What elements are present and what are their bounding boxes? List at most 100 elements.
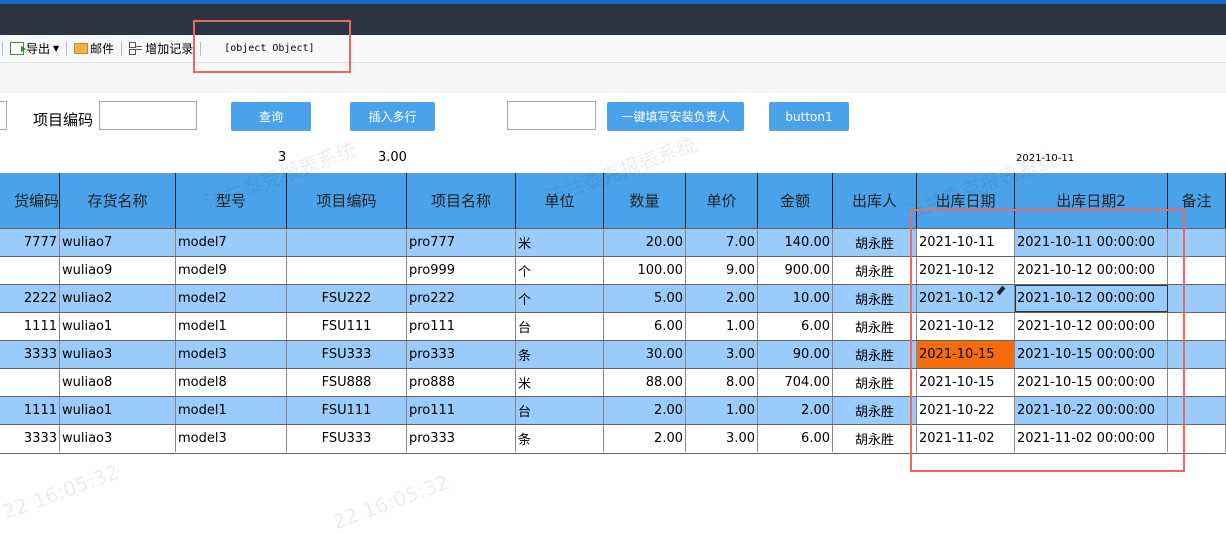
cell-item-code[interactable]: 1111 — [0, 397, 60, 424]
cell-issuer[interactable]: 胡永胜 — [833, 229, 917, 256]
cell-item-name[interactable]: wuliao7 — [60, 229, 176, 256]
column-header-issue-date2[interactable]: 出库日期2 — [1015, 173, 1168, 228]
cell-project-code[interactable]: FSU222 — [287, 285, 407, 312]
cell-model[interactable]: model3 — [176, 341, 287, 368]
cell-remark[interactable] — [1168, 229, 1226, 256]
cell-remark[interactable] — [1168, 369, 1226, 396]
cell-model[interactable]: model9 — [176, 257, 287, 284]
cell-item-name[interactable]: wuliao3 — [60, 341, 176, 368]
cell-item-code[interactable]: 7777 — [0, 229, 60, 256]
cell-quantity[interactable]: 88.00 — [604, 369, 686, 396]
mail-button[interactable]: 邮件 — [72, 39, 116, 59]
cell-unit[interactable]: 条 — [516, 341, 604, 368]
cell-item-name[interactable]: wuliao9 — [60, 257, 176, 284]
cell-model[interactable]: model1 — [176, 397, 287, 424]
cell-project-name[interactable]: pro333 — [407, 341, 516, 368]
cell-issue-date2[interactable]: 2021-10-15 00:00:00 — [1015, 341, 1168, 368]
cell-remark[interactable] — [1168, 313, 1226, 340]
cell-project-name[interactable]: pro999 — [407, 257, 516, 284]
cell-item-name[interactable]: wuliao2 — [60, 285, 176, 312]
cell-remark[interactable] — [1168, 397, 1226, 424]
cell-quantity[interactable]: 30.00 — [604, 341, 686, 368]
cell-project-name[interactable]: pro111 — [407, 313, 516, 340]
cell-unit[interactable]: 个 — [516, 285, 604, 312]
cell-issue-date2[interactable]: 2021-10-15 00:00:00 — [1015, 369, 1168, 396]
cell-project-code[interactable]: FSU333 — [287, 425, 407, 452]
table-row[interactable]: wuliao9 model9 pro999 个 100.00 9.00 900.00 胡永胜 2… — [0, 256, 1226, 284]
cell-issuer[interactable]: 胡永胜 — [833, 397, 917, 424]
project-code-input[interactable] — [99, 101, 197, 130]
cell-amount[interactable]: 6.00 — [758, 313, 833, 340]
export-button[interactable]: 导出 ▼ — [8, 39, 61, 59]
column-header-issue-date[interactable]: 出库日期 — [917, 173, 1015, 228]
cell-issue-date[interactable]: 2021-11-02 — [917, 425, 1015, 452]
cell-issue-date2[interactable]: 2021-10-12 00:00:00 — [1015, 257, 1168, 284]
cell-remark[interactable] — [1168, 285, 1226, 312]
filter-input-left[interactable] — [0, 101, 7, 130]
extra-input[interactable] — [507, 101, 596, 130]
cell-issue-date2[interactable]: 2021-11-02 00:00:00 — [1015, 425, 1168, 452]
column-header-unit-price[interactable]: 单价 — [686, 173, 758, 228]
insert-rows-button[interactable]: 插入多行 — [350, 102, 435, 131]
column-header-remark[interactable]: 备注 — [1168, 173, 1226, 228]
cell-project-name[interactable]: pro333 — [407, 425, 516, 452]
table-row[interactable]: 1111 wuliao1 model1 FSU111 pro111 台 2.00 1.00 2.… — [0, 396, 1226, 424]
cell-issue-date[interactable]: 2021-10-12 — [917, 313, 1015, 340]
cell-amount[interactable]: 10.00 — [758, 285, 833, 312]
cell-amount[interactable]: 2.00 — [758, 397, 833, 424]
column-header-quantity[interactable]: 数量 — [604, 173, 686, 228]
cell-model[interactable]: model2 — [176, 285, 287, 312]
cell-unit-price[interactable]: 9.00 — [686, 257, 758, 284]
cell-item-code[interactable]: 3333 — [0, 425, 60, 452]
cell-unit[interactable]: 台 — [516, 313, 604, 340]
cell-quantity[interactable]: 20.00 — [604, 229, 686, 256]
table-row[interactable]: 2222 wuliao2 model2 FSU222 pro222 个 5.00 2.00 10… — [0, 284, 1226, 312]
column-header-model[interactable]: 型号 — [176, 173, 287, 228]
cell-issuer[interactable]: 胡永胜 — [833, 425, 917, 452]
cell-unit-price[interactable]: 1.00 — [686, 397, 758, 424]
cell-project-name[interactable]: pro222 — [407, 285, 516, 312]
cell-unit-price[interactable]: 8.00 — [686, 369, 758, 396]
cell-amount[interactable]: 90.00 — [758, 341, 833, 368]
cell-issuer[interactable]: 胡永胜 — [833, 285, 917, 312]
column-header-item-name[interactable]: 存货名称 — [60, 173, 176, 228]
cell-amount[interactable]: 704.00 — [758, 369, 833, 396]
column-header-amount[interactable]: 金额 — [758, 173, 833, 228]
cell-unit-price[interactable]: 7.00 — [686, 229, 758, 256]
cell-quantity[interactable]: 5.00 — [604, 285, 686, 312]
cell-unit[interactable]: 台 — [516, 397, 604, 424]
cell-unit[interactable]: 米 — [516, 369, 604, 396]
cell-issue-date[interactable]: 2021-10-11 — [917, 229, 1015, 256]
fill-installer-button[interactable]: 一键填写安装负责人 — [607, 102, 744, 131]
cell-model[interactable]: model8 — [176, 369, 287, 396]
table-row[interactable]: 3333 wuliao3 model3 FSU333 pro333 条 2.00 3.00 6.… — [0, 424, 1226, 452]
table-row[interactable]: 3333 wuliao3 model3 FSU333 pro333 条 30.00 3.00 9… — [0, 340, 1226, 368]
table-row[interactable]: wuliao8 model8 FSU888 pro888 米 88.00 8.00 704.0… — [0, 368, 1226, 396]
cell-issue-date[interactable]: 2021-10-22 — [917, 397, 1015, 424]
column-header-unit[interactable]: 单位 — [516, 173, 604, 228]
cell-item-code[interactable] — [0, 257, 60, 284]
cell-item-code[interactable]: 3333 — [0, 341, 60, 368]
cell-item-name[interactable]: wuliao8 — [60, 369, 176, 396]
cell-unit-price[interactable]: 1.00 — [686, 313, 758, 340]
cell-issuer[interactable]: 胡永胜 — [833, 313, 917, 340]
cell-quantity[interactable]: 2.00 — [604, 425, 686, 452]
cell-issuer[interactable]: 胡永胜 — [833, 257, 917, 284]
button1[interactable]: button1 — [769, 102, 849, 131]
column-header-issuer[interactable]: 出库人 — [833, 173, 917, 228]
cell-issue-date2[interactable]: 2021-10-22 00:00:00 — [1015, 397, 1168, 424]
column-header-project-code[interactable]: 项目编码 — [287, 173, 407, 228]
cell-project-code[interactable]: FSU111 — [287, 313, 407, 340]
cell-unit[interactable]: 米 — [516, 229, 604, 256]
query-button[interactable]: 查询 — [231, 102, 311, 131]
cell-quantity[interactable]: 100.00 — [604, 257, 686, 284]
cell-item-code[interactable]: 1111 — [0, 313, 60, 340]
column-header-item-code[interactable]: 货编码 — [0, 173, 60, 228]
table-row[interactable]: 1111 wuliao1 model1 FSU111 pro111 台 6.00 1.00 6.… — [0, 312, 1226, 340]
cell-quantity[interactable]: 6.00 — [604, 313, 686, 340]
cell-model[interactable]: model7 — [176, 229, 287, 256]
cell-item-name[interactable]: wuliao1 — [60, 313, 176, 340]
cell-unit[interactable]: 个 — [516, 257, 604, 284]
cell-issue-date[interactable]: 2021-10-12 — [917, 257, 1015, 284]
cell-issue-date2[interactable]: 2021-10-11 00:00:00 — [1015, 229, 1168, 256]
